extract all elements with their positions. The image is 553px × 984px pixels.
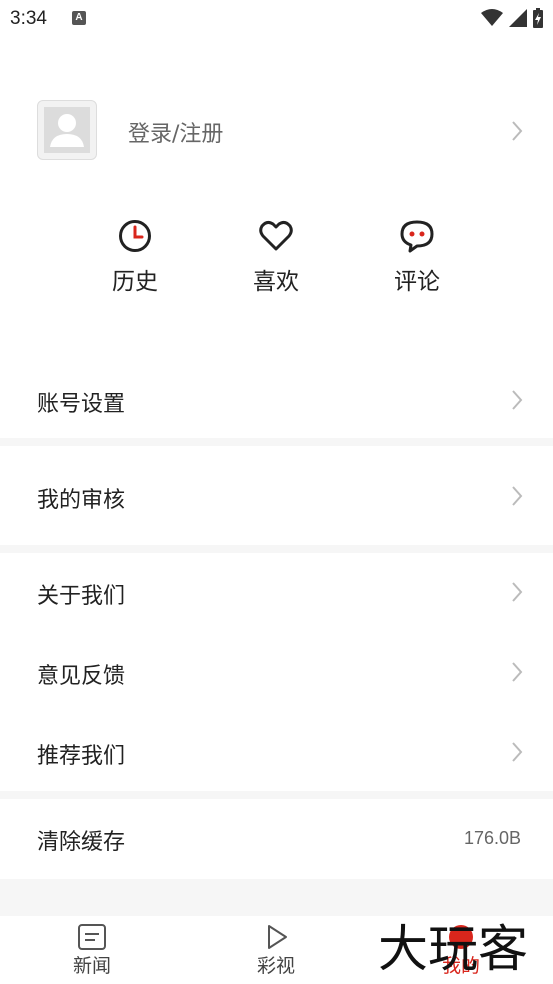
history-button[interactable]: 历史 — [90, 218, 180, 296]
status-time: 3:34 — [10, 8, 47, 29]
account-settings-row[interactable]: 账号设置 — [0, 364, 553, 436]
feedback-row[interactable]: 意见反馈 — [0, 636, 553, 708]
login-register-link[interactable]: 登录/注册 — [128, 116, 223, 148]
chevron-right-icon — [512, 390, 523, 410]
clear-cache-label: 清除缓存 — [37, 830, 126, 855]
comments-button[interactable]: 评论 — [372, 218, 462, 296]
watermark-text: 大玩客 — [378, 920, 528, 978]
heart-icon — [259, 220, 293, 251]
avatar-placeholder-icon — [44, 107, 90, 153]
comment-icon — [400, 220, 434, 253]
clear-cache-row[interactable]: 清除缓存 176.0B — [0, 802, 553, 874]
bottom-spacer — [0, 879, 553, 916]
about-us-row[interactable]: 关于我们 — [0, 556, 553, 628]
likes-button[interactable]: 喜欢 — [231, 218, 321, 296]
likes-label: 喜欢 — [253, 269, 299, 295]
section-divider — [0, 545, 553, 553]
tab-video-label: 彩视 — [256, 955, 295, 977]
tab-news[interactable]: 新闻 — [32, 916, 152, 978]
battery-charging-icon — [533, 8, 543, 28]
wifi-icon — [481, 9, 503, 26]
chevron-right-icon — [512, 662, 523, 682]
chevron-right-icon — [512, 486, 523, 506]
recommend-us-label: 推荐我们 — [37, 744, 126, 769]
cache-size-value: 176.0B — [463, 828, 521, 848]
status-icons — [481, 8, 543, 28]
clock-icon — [119, 220, 151, 252]
chevron-right-icon — [512, 121, 523, 141]
comments-label: 评论 — [394, 269, 440, 295]
play-icon — [268, 925, 287, 949]
chevron-right-icon — [512, 742, 523, 762]
about-us-label: 关于我们 — [37, 584, 126, 609]
my-review-label: 我的审核 — [37, 488, 126, 513]
profile-login-row[interactable]: 登录/注册 — [0, 92, 553, 170]
tab-news-label: 新闻 — [72, 955, 111, 977]
quick-actions: 历史 喜欢 评论 — [0, 218, 553, 308]
account-settings-label: 账号设置 — [37, 392, 126, 417]
chevron-right-icon — [512, 582, 523, 602]
notification-a-icon: A — [72, 11, 86, 25]
history-label: 历史 — [112, 269, 158, 295]
cellular-signal-icon — [509, 9, 527, 27]
watermark-art: 大玩客 — [378, 920, 528, 978]
section-divider — [0, 438, 553, 446]
status-bar: 3:34 A — [0, 0, 553, 40]
recommend-us-row[interactable]: 推荐我们 — [0, 716, 553, 788]
avatar[interactable] — [37, 100, 97, 160]
section-divider — [0, 791, 553, 799]
watermark-logo: 大玩客 — [378, 914, 548, 980]
feedback-label: 意见反馈 — [37, 664, 126, 689]
my-review-row[interactable]: 我的审核 — [0, 460, 553, 532]
tab-video[interactable]: 彩视 — [216, 916, 336, 978]
news-icon — [78, 924, 106, 950]
